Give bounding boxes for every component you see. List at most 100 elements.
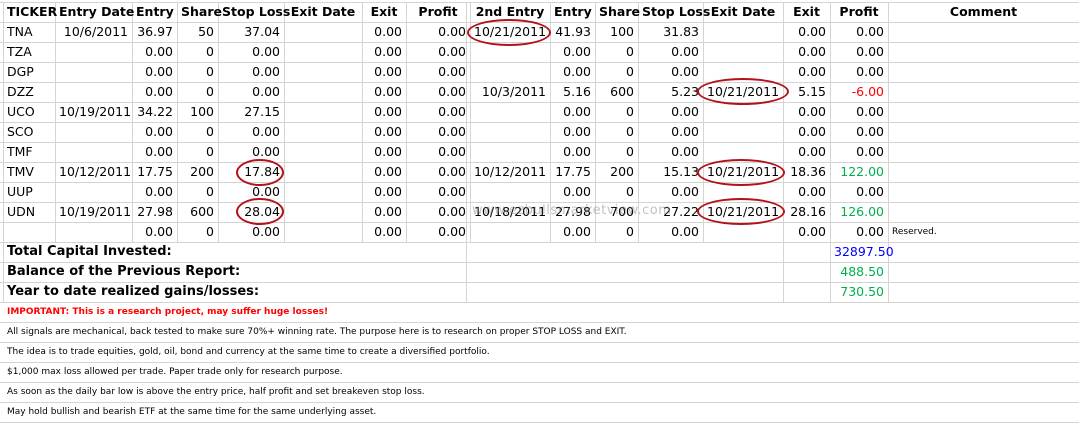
cell-profit[interactable]: 0.00 <box>406 82 470 102</box>
cell-comment[interactable] <box>888 122 1079 142</box>
cell-exit[interactable]: 0.00 <box>362 102 406 122</box>
cell-entry2[interactable]: 41.93 <box>550 22 595 42</box>
cell-exit2[interactable]: 0.00 <box>783 62 830 82</box>
cell-ticker[interactable]: DGP <box>3 62 55 82</box>
cell-share[interactable]: 0 <box>177 222 218 242</box>
cell-entry-date[interactable] <box>55 82 132 102</box>
cell-comment[interactable] <box>888 142 1079 162</box>
cell-share[interactable]: 0 <box>177 142 218 162</box>
cell-stop-loss2[interactable]: 31.83 <box>638 22 703 42</box>
cell-exit-date[interactable] <box>284 202 362 222</box>
cell-exit-date[interactable] <box>284 222 362 242</box>
cell-ticker[interactable]: UDN <box>3 202 55 222</box>
cell-comment[interactable] <box>888 22 1079 42</box>
summary-value[interactable]: 730.50 <box>830 282 888 302</box>
cell-share2[interactable]: 200 <box>595 162 638 182</box>
cell-exit[interactable]: 0.00 <box>362 202 406 222</box>
cell-stop-loss[interactable]: 0.00 <box>218 42 284 62</box>
header-share[interactable]: Share <box>177 2 222 22</box>
cell-comment[interactable] <box>888 102 1079 122</box>
cell-share2[interactable]: 0 <box>595 122 638 142</box>
cell-stop-loss[interactable]: 17.84 <box>218 162 284 182</box>
header-2nd-entry[interactable]: 2nd Entry <box>470 2 550 22</box>
cell-2nd-entry[interactable] <box>470 122 550 142</box>
header-stop-loss2[interactable]: Stop Loss <box>638 2 710 22</box>
cell-exit[interactable]: 0.00 <box>362 222 406 242</box>
cell-ticker[interactable]: UCO <box>3 102 55 122</box>
cell-entry-date[interactable] <box>55 62 132 82</box>
header-stop-loss[interactable]: Stop Loss <box>218 2 290 22</box>
cell-stop-loss2[interactable]: 0.00 <box>638 102 703 122</box>
cell-entry[interactable]: 0.00 <box>132 222 177 242</box>
cell-exit-date[interactable] <box>284 22 362 42</box>
cell-share2[interactable]: 0 <box>595 42 638 62</box>
cell-stop-loss[interactable]: 0.00 <box>218 182 284 202</box>
cell-exit2[interactable]: 0.00 <box>783 222 830 242</box>
header-profit2[interactable]: Profit <box>830 2 888 22</box>
cell-share[interactable]: 50 <box>177 22 218 42</box>
cell-share2[interactable]: 0 <box>595 142 638 162</box>
cell-share[interactable]: 600 <box>177 202 218 222</box>
cell-profit[interactable]: 0.00 <box>406 62 470 82</box>
cell-ticker[interactable] <box>3 222 55 242</box>
cell-share[interactable]: 0 <box>177 62 218 82</box>
cell-stop-loss2[interactable]: 0.00 <box>638 222 703 242</box>
cell-exit2[interactable]: 0.00 <box>783 42 830 62</box>
cell-exit-date[interactable] <box>284 122 362 142</box>
cell-exit-date2[interactable] <box>703 42 783 62</box>
cell-profit[interactable]: 0.00 <box>406 142 470 162</box>
cell-entry[interactable]: 0.00 <box>132 122 177 142</box>
cell-exit2[interactable]: 0.00 <box>783 182 830 202</box>
cell-exit[interactable]: 0.00 <box>362 22 406 42</box>
cell-entry[interactable]: 0.00 <box>132 62 177 82</box>
cell-profit[interactable]: 0.00 <box>406 202 470 222</box>
cell-entry[interactable]: 17.75 <box>132 162 177 182</box>
cell-exit2[interactable]: 18.36 <box>783 162 830 182</box>
cell-exit2[interactable]: 28.16 <box>783 202 830 222</box>
cell-exit-date[interactable] <box>284 162 362 182</box>
header-exit-date[interactable]: Exit Date <box>284 2 362 22</box>
cell-stop-loss2[interactable]: 0.00 <box>638 122 703 142</box>
cell-profit[interactable]: 0.00 <box>406 222 470 242</box>
cell-entry-date[interactable] <box>55 182 132 202</box>
cell-entry2[interactable]: 0.00 <box>550 62 595 82</box>
cell-entry-date[interactable] <box>55 142 132 162</box>
cell-entry-date[interactable]: 10/19/2011 <box>55 102 132 122</box>
cell-exit-date[interactable] <box>284 82 362 102</box>
cell-stop-loss[interactable]: 0.00 <box>218 142 284 162</box>
cell-profit[interactable]: 0.00 <box>406 22 470 42</box>
cell-entry-date[interactable]: 10/19/2011 <box>55 202 132 222</box>
cell-exit-date[interactable] <box>284 102 362 122</box>
header-comment[interactable]: Comment <box>888 2 1079 22</box>
cell-share[interactable]: 0 <box>177 82 218 102</box>
cell-profit2[interactable]: 0.00 <box>830 222 888 242</box>
cell-profit2[interactable]: 0.00 <box>830 62 888 82</box>
cell-comment[interactable] <box>888 162 1079 182</box>
header-ticker[interactable]: TICKER <box>3 2 57 22</box>
cell-ticker[interactable]: DZZ <box>3 82 55 102</box>
cell-share2[interactable]: 0 <box>595 222 638 242</box>
cell-profit2[interactable]: 0.00 <box>830 102 888 122</box>
cell-exit-date[interactable] <box>284 182 362 202</box>
cell-share[interactable]: 0 <box>177 122 218 142</box>
cell-entry2[interactable]: 17.75 <box>550 162 595 182</box>
header-profit[interactable]: Profit <box>406 2 470 22</box>
cell-entry2[interactable]: 0.00 <box>550 102 595 122</box>
cell-stop-loss2[interactable]: 0.00 <box>638 42 703 62</box>
cell-entry2[interactable]: 5.16 <box>550 82 595 102</box>
cell-stop-loss2[interactable]: 0.00 <box>638 182 703 202</box>
cell-profit2[interactable]: -6.00 <box>830 82 888 102</box>
cell-comment[interactable] <box>888 182 1079 202</box>
cell-entry2[interactable]: 0.00 <box>550 182 595 202</box>
cell-profit[interactable]: 0.00 <box>406 162 470 182</box>
cell-exit[interactable]: 0.00 <box>362 182 406 202</box>
cell-exit[interactable]: 0.00 <box>362 142 406 162</box>
cell-share2[interactable]: 600 <box>595 82 638 102</box>
cell-profit[interactable]: 0.00 <box>406 102 470 122</box>
cell-entry2[interactable]: 0.00 <box>550 122 595 142</box>
summary-value[interactable]: 488.50 <box>830 262 888 282</box>
cell-profit2[interactable]: 0.00 <box>830 182 888 202</box>
cell-exit-date[interactable] <box>284 142 362 162</box>
cell-stop-loss2[interactable]: 5.23 <box>638 82 703 102</box>
header-exit-date2[interactable]: Exit Date <box>703 2 783 22</box>
